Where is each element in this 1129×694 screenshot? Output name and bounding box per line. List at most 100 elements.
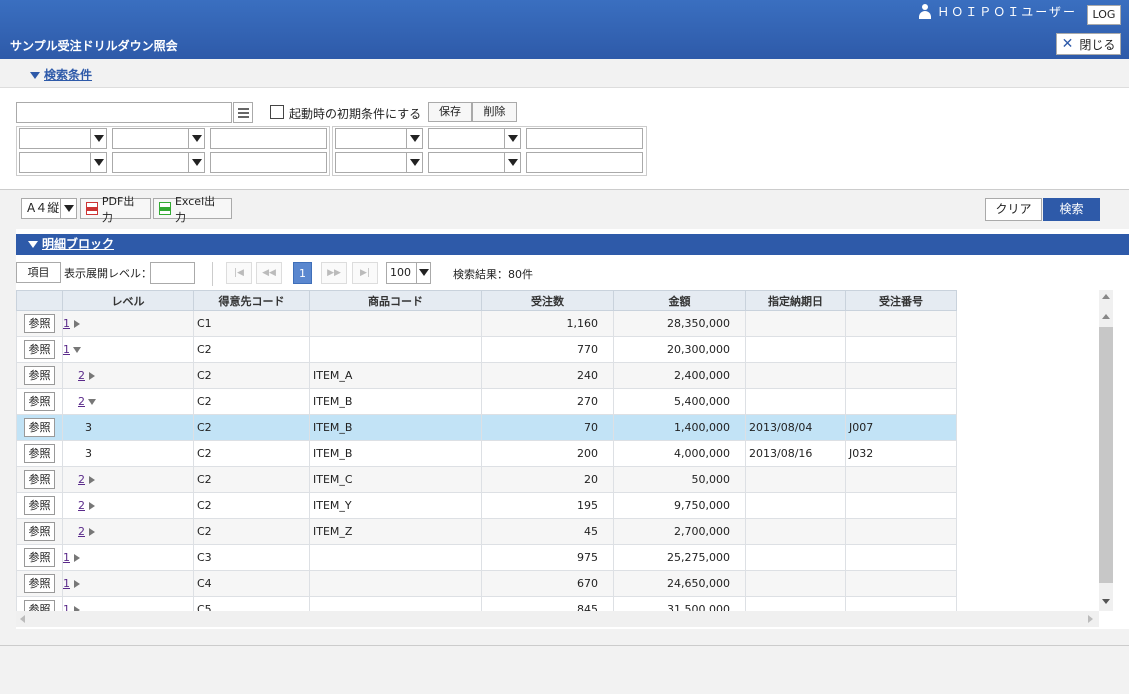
- level-link[interactable]: 2: [78, 525, 85, 538]
- condition-select[interactable]: [335, 128, 423, 149]
- table-row[interactable]: 参照 3 C2 ITEM_B 70 1,400,000 2013/08/04 J007: [16, 414, 957, 441]
- detail-block-header[interactable]: 明細ブロック: [16, 234, 1129, 255]
- scroll-top-icon[interactable]: [1102, 294, 1110, 299]
- level-link[interactable]: 1: [64, 577, 71, 590]
- current-page[interactable]: 1: [293, 262, 312, 284]
- initial-condition-label: 起動時の初期条件にする: [289, 107, 422, 121]
- operator-select[interactable]: [428, 128, 521, 149]
- column-header[interactable]: 受注番号: [845, 290, 957, 311]
- operator-select[interactable]: [112, 128, 205, 149]
- column-header[interactable]: 受注数: [481, 290, 614, 311]
- search-conditions-toggle[interactable]: 検索条件: [30, 66, 92, 83]
- condition-value-input[interactable]: [210, 152, 327, 173]
- ref-button[interactable]: 参照: [24, 548, 55, 567]
- clear-button[interactable]: クリア: [985, 198, 1042, 221]
- table-row[interactable]: 参照 1 C1 1,160 28,350,000: [16, 310, 957, 337]
- table-row[interactable]: 参照 1 C3 975 25,275,000: [16, 544, 957, 571]
- ref-button[interactable]: 参照: [24, 392, 55, 411]
- expand-arrow-icon[interactable]: [89, 372, 95, 380]
- scrollbar-thumb[interactable]: [1099, 327, 1113, 583]
- ref-button[interactable]: 参照: [24, 444, 55, 463]
- close-button[interactable]: ✕ 閉じる: [1056, 33, 1121, 55]
- expand-arrow-icon[interactable]: [74, 580, 80, 588]
- column-header[interactable]: 得意先コード: [193, 290, 310, 311]
- condition-select[interactable]: [19, 128, 107, 149]
- quantity-cell: 70: [481, 414, 614, 441]
- collapse-arrow-icon[interactable]: [73, 347, 81, 353]
- column-header[interactable]: 指定納期日: [745, 290, 846, 311]
- level-link[interactable]: 2: [78, 369, 85, 382]
- level-link[interactable]: 1: [64, 343, 71, 356]
- quantity-cell: 975: [481, 544, 614, 571]
- table-row[interactable]: 参照 2 C2 ITEM_B 270 5,400,000: [16, 388, 957, 415]
- operator-select[interactable]: [112, 152, 205, 173]
- column-header[interactable]: 商品コード: [309, 290, 482, 311]
- level-link[interactable]: 1: [64, 317, 71, 330]
- condition-value-input[interactable]: [526, 128, 643, 149]
- expand-arrow-icon[interactable]: [89, 476, 95, 484]
- operator-select[interactable]: [428, 152, 521, 173]
- expand-level-input[interactable]: [150, 262, 195, 284]
- excel-export-button[interactable]: Excel出力: [153, 195, 232, 224]
- condition-list-button[interactable]: [233, 102, 253, 123]
- scroll-up-icon[interactable]: [1102, 314, 1110, 319]
- condition-select[interactable]: [19, 152, 107, 173]
- table-row[interactable]: 参照 2 C2 ITEM_A 240 2,400,000: [16, 362, 957, 389]
- table-row[interactable]: 参照 2 C2 ITEM_C 20 50,000: [16, 466, 957, 493]
- ref-button[interactable]: 参照: [24, 496, 55, 515]
- level-link[interactable]: 2: [78, 395, 85, 408]
- first-page-button[interactable]: |◀: [226, 262, 252, 284]
- scroll-right-icon[interactable]: [1088, 615, 1093, 623]
- scroll-down-icon[interactable]: [1102, 599, 1110, 604]
- ref-button[interactable]: 参照: [24, 366, 55, 385]
- column-header[interactable]: レベル: [62, 290, 194, 311]
- table-row[interactable]: 参照 2 C2 ITEM_Z 45 2,700,000: [16, 518, 957, 545]
- ref-button[interactable]: 参照: [24, 340, 55, 359]
- ref-button[interactable]: 参照: [24, 522, 55, 541]
- pdf-export-button[interactable]: PDF出力: [80, 195, 151, 224]
- paper-size-select[interactable]: A４縦: [21, 198, 77, 219]
- level-link[interactable]: 2: [78, 473, 85, 486]
- vertical-scrollbar[interactable]: [1099, 290, 1113, 611]
- column-header[interactable]: [16, 290, 63, 311]
- table-row[interactable]: 参照 2 C2 ITEM_Y 195 9,750,000: [16, 492, 957, 519]
- horizontal-scrollbar[interactable]: [16, 611, 1099, 627]
- table-row[interactable]: 参照 1 C5 845 31,500,000: [16, 596, 957, 611]
- level-link[interactable]: 2: [78, 499, 85, 512]
- ref-button[interactable]: 参照: [24, 600, 55, 611]
- expand-arrow-icon[interactable]: [89, 528, 95, 536]
- search-button[interactable]: 検索: [1043, 198, 1100, 221]
- last-page-button[interactable]: ▶|: [352, 262, 378, 284]
- delete-button[interactable]: 削除: [472, 102, 517, 122]
- ref-button[interactable]: 参照: [24, 470, 55, 489]
- level-cell: 3: [62, 440, 194, 467]
- save-button[interactable]: 保存: [428, 102, 472, 122]
- amount-cell: 50,000: [613, 466, 746, 493]
- expand-arrow-icon[interactable]: [74, 554, 80, 562]
- item-columns-button[interactable]: 項目: [16, 262, 61, 283]
- prev-page-button[interactable]: ◀◀: [256, 262, 282, 284]
- rows-per-page-select[interactable]: 100: [386, 262, 431, 284]
- table-row[interactable]: 参照 1 C4 670 24,650,000: [16, 570, 957, 597]
- table-row[interactable]: 参照 3 C2 ITEM_B 200 4,000,000 2013/08/16 J032: [16, 440, 957, 467]
- ref-button[interactable]: 参照: [24, 314, 55, 333]
- level-cell: 1: [62, 544, 194, 571]
- condition-value-input[interactable]: [210, 128, 327, 149]
- column-header[interactable]: 金額: [613, 290, 746, 311]
- expand-arrow-icon[interactable]: [74, 320, 80, 328]
- expand-arrow-icon[interactable]: [89, 502, 95, 510]
- initial-condition-checkbox[interactable]: [270, 105, 284, 119]
- next-page-button[interactable]: ▶▶: [321, 262, 347, 284]
- level-cell: 2: [62, 492, 194, 519]
- condition-value-input[interactable]: [526, 152, 643, 173]
- ref-button[interactable]: 参照: [24, 574, 55, 593]
- ref-button[interactable]: 参照: [24, 418, 55, 437]
- log-button[interactable]: LOG: [1087, 5, 1121, 25]
- condition-select[interactable]: [335, 152, 423, 173]
- level-link[interactable]: 1: [64, 551, 71, 564]
- scroll-left-icon[interactable]: [20, 615, 25, 623]
- collapse-arrow-icon[interactable]: [88, 399, 96, 405]
- condition-name-input[interactable]: [16, 102, 232, 123]
- level-link[interactable]: 1: [64, 603, 71, 611]
- table-row[interactable]: 参照 1 C2 770 20,300,000: [16, 336, 957, 363]
